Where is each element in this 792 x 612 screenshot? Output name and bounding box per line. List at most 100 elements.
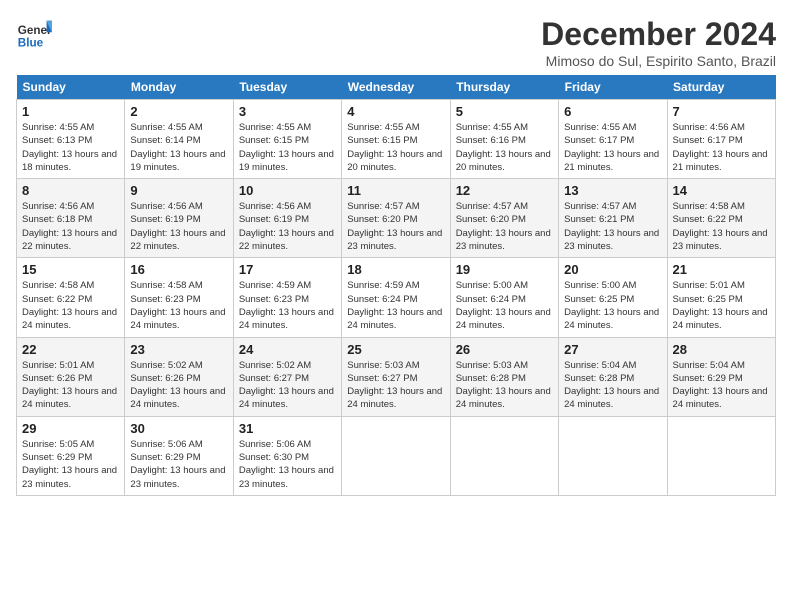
day-info: Sunrise: 4:59 AMSunset: 6:23 PMDaylight:… — [239, 279, 336, 332]
day-info: Sunrise: 5:04 AMSunset: 6:29 PMDaylight:… — [673, 359, 770, 412]
calendar-cell: 2Sunrise: 4:55 AMSunset: 6:14 PMDaylight… — [125, 100, 233, 179]
day-info: Sunrise: 4:56 AMSunset: 6:19 PMDaylight:… — [239, 200, 336, 253]
calendar-week-2: 8 Sunrise: 4:56 AMSunset: 6:18 PMDaylight… — [17, 179, 776, 258]
day-number: 16 — [130, 262, 227, 277]
day-number: 5 — [456, 104, 553, 119]
day-info: Sunrise: 4:58 AMSunset: 6:22 PMDaylight:… — [673, 200, 770, 253]
day-number: 13 — [564, 183, 661, 198]
day-number: 10 — [239, 183, 336, 198]
calendar-cell: 20 Sunrise: 5:00 AMSunset: 6:25 PMDayligh… — [559, 258, 667, 337]
day-number: 22 — [22, 342, 119, 357]
calendar-cell: 16 Sunrise: 4:58 AMSunset: 6:23 PMDayligh… — [125, 258, 233, 337]
day-number: 24 — [239, 342, 336, 357]
calendar-week-5: 29 Sunrise: 5:05 AMSunset: 6:29 PMDayligh… — [17, 416, 776, 495]
day-number: 7 — [673, 104, 770, 119]
day-info: Sunrise: 4:55 AMSunset: 6:15 PMDaylight:… — [239, 121, 336, 174]
calendar-body: 1 Sunrise: 4:55 AMSunset: 6:13 PMDaylight… — [17, 100, 776, 496]
day-number: 27 — [564, 342, 661, 357]
day-number: 14 — [673, 183, 770, 198]
day-info: Sunrise: 5:01 AMSunset: 6:26 PMDaylight:… — [22, 359, 119, 412]
calendar-cell: 4 Sunrise: 4:55 AMSunset: 6:15 PMDaylight… — [342, 100, 450, 179]
calendar-cell: 17 Sunrise: 4:59 AMSunset: 6:23 PMDayligh… — [233, 258, 341, 337]
calendar-cell: 28 Sunrise: 5:04 AMSunset: 6:29 PMDayligh… — [667, 337, 775, 416]
day-info: Sunrise: 4:58 AMSunset: 6:23 PMDaylight:… — [130, 279, 227, 332]
calendar-cell: 6Sunrise: 4:55 AMSunset: 6:17 PMDaylight… — [559, 100, 667, 179]
day-number: 26 — [456, 342, 553, 357]
day-number: 20 — [564, 262, 661, 277]
calendar-cell: 25 Sunrise: 5:03 AMSunset: 6:27 PMDayligh… — [342, 337, 450, 416]
calendar-week-4: 22 Sunrise: 5:01 AMSunset: 6:26 PMDayligh… — [17, 337, 776, 416]
day-info: Sunrise: 4:56 AMSunset: 6:17 PMDaylight:… — [673, 121, 770, 174]
day-number: 28 — [673, 342, 770, 357]
day-info: Sunrise: 5:03 AMSunset: 6:28 PMDaylight:… — [456, 359, 553, 412]
day-info: Sunrise: 4:55 AMSunset: 6:14 PMDaylight:… — [130, 121, 227, 174]
day-info: Sunrise: 5:04 AMSunset: 6:28 PMDaylight:… — [564, 359, 661, 412]
day-info: Sunrise: 4:57 AMSunset: 6:20 PMDaylight:… — [347, 200, 444, 253]
calendar-cell — [667, 416, 775, 495]
calendar-cell — [342, 416, 450, 495]
day-info: Sunrise: 5:00 AMSunset: 6:24 PMDaylight:… — [456, 279, 553, 332]
calendar-cell: 3Sunrise: 4:55 AMSunset: 6:15 PMDaylight… — [233, 100, 341, 179]
day-header-monday: Monday — [125, 75, 233, 100]
calendar-cell: 21Sunrise: 5:01 AMSunset: 6:25 PMDayligh… — [667, 258, 775, 337]
day-number: 4 — [347, 104, 444, 119]
calendar-cell: 7 Sunrise: 4:56 AMSunset: 6:17 PMDaylight… — [667, 100, 775, 179]
subtitle: Mimoso do Sul, Espirito Santo, Brazil — [541, 53, 776, 69]
day-info: Sunrise: 5:05 AMSunset: 6:29 PMDaylight:… — [22, 438, 119, 491]
header: General Blue December 2024 Mimoso do Sul… — [16, 16, 776, 69]
day-header-sunday: Sunday — [17, 75, 125, 100]
calendar-table: SundayMondayTuesdayWednesdayThursdayFrid… — [16, 75, 776, 496]
day-info: Sunrise: 5:06 AMSunset: 6:29 PMDaylight:… — [130, 438, 227, 491]
svg-text:Blue: Blue — [18, 37, 44, 50]
day-info: Sunrise: 4:55 AMSunset: 6:15 PMDaylight:… — [347, 121, 444, 174]
day-info: Sunrise: 5:01 AMSunset: 6:25 PMDaylight:… — [673, 279, 770, 332]
title-area: December 2024 Mimoso do Sul, Espirito Sa… — [541, 16, 776, 69]
day-number: 9 — [130, 183, 227, 198]
calendar-cell — [559, 416, 667, 495]
day-info: Sunrise: 4:56 AMSunset: 6:19 PMDaylight:… — [130, 200, 227, 253]
day-header-thursday: Thursday — [450, 75, 558, 100]
day-info: Sunrise: 5:06 AMSunset: 6:30 PMDaylight:… — [239, 438, 336, 491]
day-number: 19 — [456, 262, 553, 277]
day-number: 1 — [22, 104, 119, 119]
day-number: 8 — [22, 183, 119, 198]
calendar-cell: 8 Sunrise: 4:56 AMSunset: 6:18 PMDaylight… — [17, 179, 125, 258]
day-number: 11 — [347, 183, 444, 198]
calendar-cell: 29 Sunrise: 5:05 AMSunset: 6:29 PMDayligh… — [17, 416, 125, 495]
calendar-cell: 15Sunrise: 4:58 AMSunset: 6:22 PMDayligh… — [17, 258, 125, 337]
day-info: Sunrise: 5:02 AMSunset: 6:26 PMDaylight:… — [130, 359, 227, 412]
month-title: December 2024 — [541, 16, 776, 53]
day-number: 15 — [22, 262, 119, 277]
day-number: 29 — [22, 421, 119, 436]
calendar-cell: 13Sunrise: 4:57 AMSunset: 6:21 PMDayligh… — [559, 179, 667, 258]
day-number: 6 — [564, 104, 661, 119]
day-info: Sunrise: 5:02 AMSunset: 6:27 PMDaylight:… — [239, 359, 336, 412]
day-number: 17 — [239, 262, 336, 277]
logo-icon: General Blue — [16, 16, 52, 52]
day-number: 31 — [239, 421, 336, 436]
day-info: Sunrise: 4:55 AMSunset: 6:16 PMDaylight:… — [456, 121, 553, 174]
calendar-cell: 22 Sunrise: 5:01 AMSunset: 6:26 PMDayligh… — [17, 337, 125, 416]
day-info: Sunrise: 4:56 AMSunset: 6:18 PMDaylight:… — [22, 200, 119, 253]
day-info: Sunrise: 5:03 AMSunset: 6:27 PMDaylight:… — [347, 359, 444, 412]
calendar-cell: 19 Sunrise: 5:00 AMSunset: 6:24 PMDayligh… — [450, 258, 558, 337]
calendar-cell: 24 Sunrise: 5:02 AMSunset: 6:27 PMDayligh… — [233, 337, 341, 416]
calendar-cell: 31 Sunrise: 5:06 AMSunset: 6:30 PMDayligh… — [233, 416, 341, 495]
calendar-cell: 27 Sunrise: 5:04 AMSunset: 6:28 PMDayligh… — [559, 337, 667, 416]
calendar-header-row: SundayMondayTuesdayWednesdayThursdayFrid… — [17, 75, 776, 100]
calendar-cell: 9 Sunrise: 4:56 AMSunset: 6:19 PMDaylight… — [125, 179, 233, 258]
calendar-cell: 23 Sunrise: 5:02 AMSunset: 6:26 PMDayligh… — [125, 337, 233, 416]
day-info: Sunrise: 5:00 AMSunset: 6:25 PMDaylight:… — [564, 279, 661, 332]
day-number: 25 — [347, 342, 444, 357]
calendar-cell: 12Sunrise: 4:57 AMSunset: 6:20 PMDayligh… — [450, 179, 558, 258]
calendar-cell: 30Sunrise: 5:06 AMSunset: 6:29 PMDayligh… — [125, 416, 233, 495]
day-number: 23 — [130, 342, 227, 357]
calendar-week-1: 1 Sunrise: 4:55 AMSunset: 6:13 PMDaylight… — [17, 100, 776, 179]
calendar-cell: 11 Sunrise: 4:57 AMSunset: 6:20 PMDayligh… — [342, 179, 450, 258]
day-header-friday: Friday — [559, 75, 667, 100]
day-number: 12 — [456, 183, 553, 198]
day-info: Sunrise: 4:55 AMSunset: 6:13 PMDaylight:… — [22, 121, 119, 174]
day-header-tuesday: Tuesday — [233, 75, 341, 100]
day-info: Sunrise: 4:59 AMSunset: 6:24 PMDaylight:… — [347, 279, 444, 332]
day-header-saturday: Saturday — [667, 75, 775, 100]
